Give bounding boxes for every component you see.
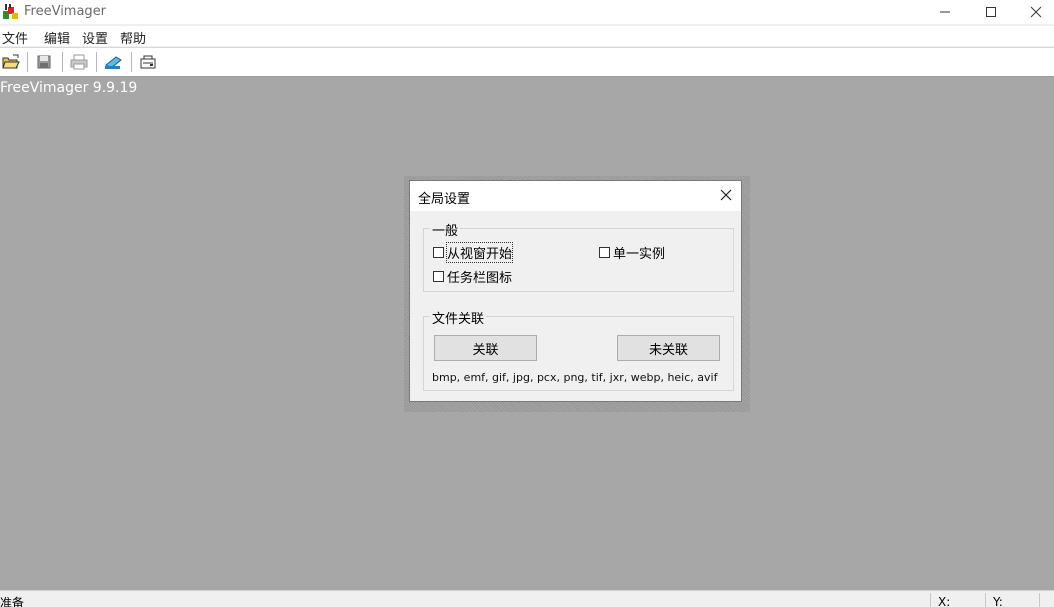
associate-button[interactable]: 关联 xyxy=(434,335,537,361)
title-bar: FreeVimager xyxy=(0,0,1054,24)
single-instance-label: 单一实例 xyxy=(613,247,666,262)
maximize-icon xyxy=(986,7,996,17)
toolbar-separator xyxy=(131,52,132,72)
close-icon xyxy=(720,189,732,201)
status-x-label: X: xyxy=(938,595,951,607)
close-button[interactable] xyxy=(1013,0,1054,24)
maximize-button[interactable] xyxy=(968,0,1014,24)
window-title: FreeVimager xyxy=(24,4,107,19)
toolbar-separator xyxy=(27,52,28,72)
dialog-close-button[interactable] xyxy=(717,186,735,204)
print-icon xyxy=(70,54,88,70)
checkbox-box[interactable] xyxy=(433,247,444,258)
menu-settings[interactable]: 设置 xyxy=(82,28,108,47)
minimize-icon xyxy=(940,11,950,13)
unassociate-button[interactable]: 未关联 xyxy=(617,335,720,361)
app-window: FreeVimager 文件 编辑 设置 帮助 FreeVimager 9.9.… xyxy=(0,0,1054,607)
checkbox-box[interactable] xyxy=(433,271,444,282)
minimize-button[interactable] xyxy=(922,0,968,24)
save-icon xyxy=(37,55,51,69)
dialog-titlebar: 全局设置 xyxy=(410,181,741,211)
status-text: 准备 xyxy=(0,596,25,607)
app-logo-icon xyxy=(2,3,20,21)
status-divider xyxy=(930,593,931,607)
menu-file[interactable]: 文件 xyxy=(2,28,28,47)
global-settings-dialog: 全局设置 一般 从视窗开始 单一实例 任务栏图标 文件关联 关联 未关联 bmp… xyxy=(409,180,742,402)
close-icon xyxy=(1030,6,1042,18)
start-from-viewer-checkbox[interactable]: 从视窗开始 xyxy=(433,242,514,263)
print-button[interactable] xyxy=(68,51,90,73)
status-divider xyxy=(1039,593,1040,607)
menu-edit[interactable]: 编辑 xyxy=(44,28,70,47)
status-bar: 准备 X: Y: xyxy=(0,590,1054,607)
open-icon xyxy=(2,54,20,69)
status-y-label: Y: xyxy=(993,595,1003,607)
file-association-legend: 文件关联 xyxy=(430,308,487,327)
toolbar xyxy=(0,48,1054,77)
scan-icon xyxy=(105,56,122,69)
taskbar-icon-checkbox[interactable]: 任务栏图标 xyxy=(433,267,512,286)
capture-button[interactable] xyxy=(137,51,159,73)
taskbar-icon-label: 任务栏图标 xyxy=(447,271,513,286)
extensions-list: bmp, emf, gif, jpg, pcx, png, tif, jxr, … xyxy=(432,371,718,384)
dialog-title: 全局设置 xyxy=(418,192,471,207)
menu-bar: 文件 编辑 设置 帮助 xyxy=(0,26,1054,47)
toolbar-separator xyxy=(96,52,97,72)
checkbox-box[interactable] xyxy=(599,247,610,258)
start-from-viewer-label: 从视窗开始 xyxy=(445,242,514,263)
toolbar-separator xyxy=(62,52,63,72)
menu-help[interactable]: 帮助 xyxy=(120,28,146,47)
app-version-caption: FreeVimager 9.9.19 xyxy=(0,80,138,96)
general-group-legend: 一般 xyxy=(430,220,461,239)
save-button[interactable] xyxy=(33,51,55,73)
scan-button[interactable] xyxy=(102,51,124,73)
capture-icon xyxy=(140,55,156,69)
single-instance-checkbox[interactable]: 单一实例 xyxy=(599,243,665,262)
open-button[interactable] xyxy=(0,51,22,73)
status-divider xyxy=(985,593,986,607)
